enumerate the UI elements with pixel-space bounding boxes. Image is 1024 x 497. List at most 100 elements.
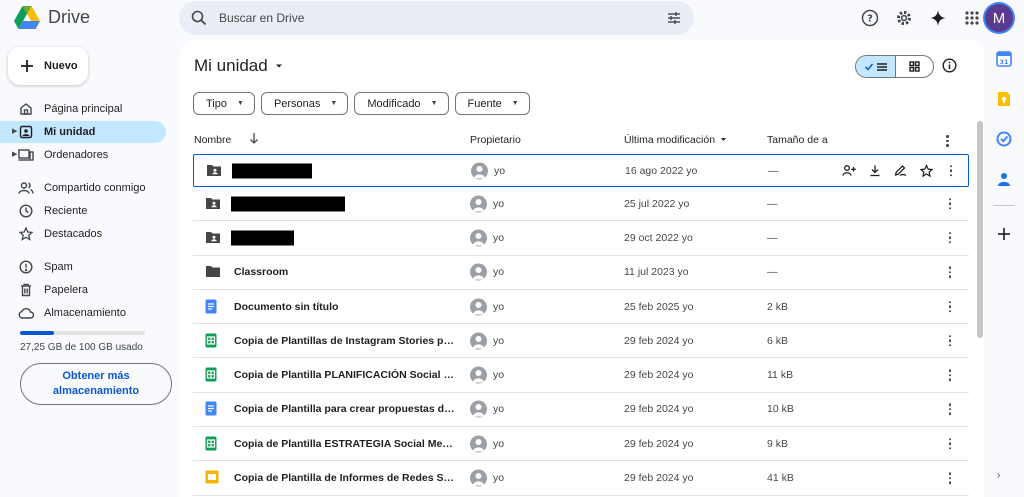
more-vert-icon[interactable] xyxy=(944,232,956,244)
table-row[interactable]: Copia de Plantilla PLANIFICACIÓN Social … xyxy=(193,358,969,393)
page-title[interactable]: Mi unidad xyxy=(194,56,284,76)
file-modified: 25 jul 2022 yo xyxy=(624,197,690,210)
file-owner: yo xyxy=(493,300,505,313)
search-icon[interactable] xyxy=(191,10,207,31)
sidebar-item-my-drive[interactable]: ▶ Mi unidad xyxy=(0,121,166,143)
chevron-down-icon: ▼ xyxy=(237,100,244,107)
view-toggle xyxy=(855,55,934,78)
sidebar-item-label: Mi unidad xyxy=(44,126,96,138)
add-addon-icon[interactable] xyxy=(990,220,1018,248)
table-row[interactable]: Copia de Plantilla de Informes de Redes … xyxy=(193,461,969,496)
sort-arrow-down-icon[interactable] xyxy=(249,132,259,147)
search-input[interactable] xyxy=(219,1,619,35)
keep-icon[interactable] xyxy=(990,85,1018,113)
search-options-icon[interactable] xyxy=(666,10,682,31)
file-modified: 29 feb 2024 yo xyxy=(624,334,694,347)
main-panel: Mi unidad Tipo ▼ Personas ▼ Modificado ▼ Fu… xyxy=(180,40,984,497)
table-row[interactable]: Copia de Plantillas de Instagram Stories… xyxy=(193,324,969,359)
file-modified: 11 jul 2023 yo xyxy=(624,266,689,279)
avatar[interactable]: M xyxy=(985,4,1013,32)
column-header-modified[interactable]: Última modificación xyxy=(624,134,715,146)
chevron-right-icon[interactable]: › xyxy=(997,470,1000,481)
grid-view-button[interactable] xyxy=(896,56,933,77)
column-header-size[interactable]: Tamaño de a xyxy=(767,134,828,146)
file-size: 41 kB xyxy=(767,472,794,485)
contacts-icon[interactable] xyxy=(990,165,1018,193)
search-bar[interactable] xyxy=(179,1,694,35)
new-button[interactable]: Nuevo xyxy=(8,47,88,85)
top-actions: ? xyxy=(858,6,984,30)
file-owner: yo xyxy=(493,197,505,210)
more-vert-icon[interactable] xyxy=(944,266,956,278)
filter-chips: Tipo ▼ Personas ▼ Modificado ▼ Fuente ▼ xyxy=(193,92,530,115)
storage-progress-fill xyxy=(20,331,55,335)
more-vert-icon[interactable] xyxy=(944,437,956,450)
help-icon[interactable]: ? xyxy=(858,6,882,30)
scrollbar[interactable] xyxy=(977,121,983,338)
filter-people-chip[interactable]: Personas ▼ xyxy=(260,92,349,115)
column-header-name[interactable]: Nombre xyxy=(194,134,231,146)
spam-icon xyxy=(18,259,34,275)
apps-grid-icon[interactable] xyxy=(960,6,984,30)
more-vert-icon[interactable] xyxy=(944,369,956,381)
expand-arrow-icon[interactable]: ▶ xyxy=(12,127,17,135)
sidebar-item-trash[interactable]: Papelera xyxy=(0,279,175,301)
sheets-icon xyxy=(205,436,221,452)
download-icon[interactable] xyxy=(866,162,883,179)
tasks-icon[interactable] xyxy=(990,125,1018,153)
table-row[interactable]: yo 25 jul 2022 yo — xyxy=(193,187,969,222)
table-row[interactable]: yo 29 oct 2022 yo — xyxy=(193,221,969,256)
chevron-down-icon: ▼ xyxy=(330,100,338,107)
file-size: 11 kB xyxy=(767,369,794,382)
column-header-owner[interactable]: Propietario xyxy=(470,134,521,146)
more-vert-icon[interactable] xyxy=(944,472,956,484)
sheets-icon xyxy=(205,367,221,383)
get-more-storage-button[interactable]: Obtener más almacenamiento xyxy=(20,363,172,405)
sidebar-item-spam[interactable]: Spam xyxy=(0,256,175,278)
info-icon[interactable] xyxy=(942,58,957,78)
file-name: Documento sin título xyxy=(234,300,339,313)
sidebar-item-starred[interactable]: Destacados xyxy=(0,223,175,245)
file-modified: 29 feb 2024 yo xyxy=(624,403,694,416)
sidebar-item-computers[interactable]: ▶ Ordenadores xyxy=(0,144,175,166)
table-row[interactable]: yo 16 ago 2022 yo — xyxy=(193,154,969,187)
owner-avatar-icon xyxy=(470,366,487,384)
more-vert-icon[interactable] xyxy=(944,197,956,210)
gemini-icon[interactable] xyxy=(926,6,950,30)
file-modified: 29 feb 2024 yo xyxy=(624,472,694,485)
new-button-label: Nuevo xyxy=(44,60,78,72)
more-vert-icon[interactable] xyxy=(944,335,956,347)
filter-modified-chip[interactable]: Modificado ▼ xyxy=(354,92,449,115)
gear-icon[interactable] xyxy=(892,6,916,30)
file-modified: 25 feb 2025 yo xyxy=(624,300,694,313)
owner-avatar-icon xyxy=(470,298,487,316)
file-size: — xyxy=(767,266,778,279)
file-name: Classroom xyxy=(234,266,289,279)
more-vert-icon[interactable] xyxy=(945,164,957,177)
more-vert-icon[interactable] xyxy=(944,300,956,313)
star-icon[interactable] xyxy=(918,162,935,179)
rename-edit-icon[interactable] xyxy=(892,162,909,179)
filter-type-chip[interactable]: Tipo ▼ xyxy=(193,92,255,115)
share-person-add-icon[interactable] xyxy=(840,162,857,179)
storage-usage-text: 27,25 GB de 100 GB usado xyxy=(20,342,143,353)
app-name: Drive xyxy=(48,7,91,27)
sidebar-item-home[interactable]: Página principal xyxy=(0,98,175,120)
table-row[interactable]: Documento sin título yo 25 feb 2025 yo 2… xyxy=(193,290,969,325)
more-vert-icon[interactable] xyxy=(944,403,956,416)
table-row[interactable]: Copia de Plantilla para crear propuestas… xyxy=(193,393,969,428)
sidebar-item-shared[interactable]: Compartido conmigo xyxy=(0,177,175,199)
filter-source-chip[interactable]: Fuente ▼ xyxy=(454,92,530,115)
table-row[interactable]: Copia de Plantilla ESTRATEGIA Social Med… xyxy=(193,427,969,462)
table-row[interactable]: Classroom yo 11 jul 2023 yo — xyxy=(193,256,969,290)
caret-down-icon[interactable] xyxy=(719,135,728,147)
calendar-icon[interactable]: 31 xyxy=(990,45,1018,73)
expand-arrow-icon[interactable]: ▶ xyxy=(12,150,17,158)
list-view-button[interactable] xyxy=(856,56,896,77)
drive-logo[interactable]: Drive xyxy=(14,6,90,29)
sidebar-item-storage[interactable]: Almacenamiento xyxy=(0,302,175,324)
more-vert-icon[interactable] xyxy=(946,135,949,147)
folder-icon xyxy=(205,264,221,280)
sidebar-item-recent[interactable]: Reciente xyxy=(0,200,175,222)
